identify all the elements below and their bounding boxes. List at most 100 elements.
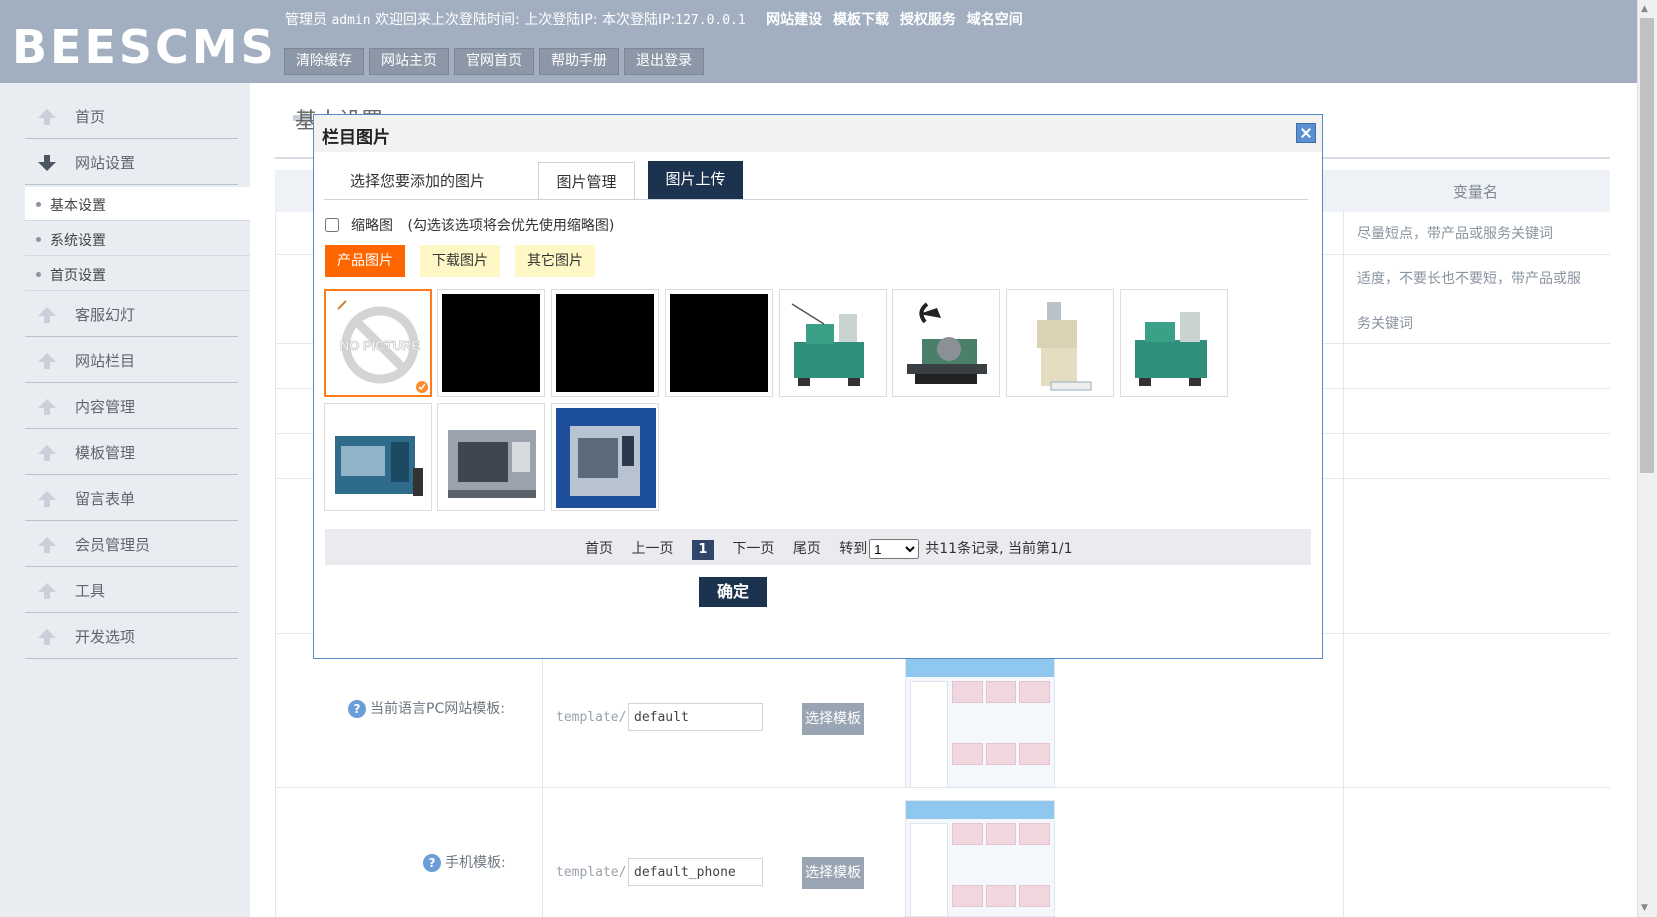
pager-first[interactable]: 首页 bbox=[585, 541, 613, 557]
category-other-images[interactable]: 其它图片 bbox=[515, 245, 595, 277]
sidebar-item-customer-slides[interactable]: 客服幻灯 bbox=[25, 291, 238, 337]
template-prefix: template/ bbox=[556, 865, 627, 880]
pager-goto-select[interactable]: 1 bbox=[869, 539, 920, 559]
arrow-up-icon bbox=[38, 445, 56, 461]
scrollbar-thumb[interactable] bbox=[1640, 18, 1654, 473]
machine-image bbox=[448, 430, 536, 498]
scroll-down-icon[interactable]: ▼ bbox=[1641, 903, 1648, 913]
sidebar-item-label: 开发选项 bbox=[75, 628, 136, 646]
help-icon[interactable]: ? bbox=[423, 854, 441, 872]
pager-prev[interactable]: 上一页 bbox=[631, 541, 673, 557]
confirm-button[interactable]: 确定 bbox=[699, 577, 767, 607]
choose-mobile-template-button[interactable]: 选择模板 bbox=[802, 857, 864, 889]
sidebar-item-content[interactable]: 内容管理 bbox=[25, 383, 238, 429]
tab-image-manage[interactable]: 图片管理 bbox=[538, 162, 635, 200]
sidebar-subitem-system-settings[interactable]: 系统设置 bbox=[25, 222, 250, 256]
image-thumb[interactable] bbox=[551, 289, 659, 397]
current-ip-label: 本次登陆IP: bbox=[601, 12, 676, 28]
sidebar: 首页 网站设置 基本设置 系统设置 首页设置 客服幻灯 网站栏目 内容管理 模板… bbox=[0, 83, 250, 917]
image-thumb[interactable] bbox=[665, 289, 773, 397]
pc-template-preview bbox=[905, 658, 1055, 788]
sidebar-subitem-home-settings[interactable]: 首页设置 bbox=[25, 257, 250, 291]
sidebar-subitem-label: 首页设置 bbox=[50, 268, 106, 284]
sidebar-item-message-forms[interactable]: 留言表单 bbox=[25, 475, 238, 521]
sidebar-subitem-label: 基本设置 bbox=[50, 198, 106, 214]
thumbnail-checkbox[interactable] bbox=[325, 218, 339, 232]
bullet-icon bbox=[36, 237, 41, 242]
username-text: admin bbox=[331, 13, 371, 28]
pager-last[interactable]: 尾页 bbox=[793, 541, 821, 557]
sidebar-item-site-columns[interactable]: 网站栏目 bbox=[25, 337, 238, 383]
sidebar-item-home[interactable]: 首页 bbox=[25, 93, 238, 139]
image-thumb-machine[interactable] bbox=[892, 289, 1000, 397]
pc-template-label: ? 当前语言PC网站模板: bbox=[348, 698, 505, 718]
image-thumb[interactable] bbox=[437, 289, 545, 397]
sidebar-subitem-basic-settings[interactable]: 基本设置 bbox=[25, 187, 250, 221]
help-manual-button[interactable]: 帮助手册 bbox=[539, 48, 619, 75]
thumbnail-hint: (勾选该选项将会优先使用缩略图) bbox=[407, 218, 615, 234]
link-website-build[interactable]: 网站建设 bbox=[766, 12, 822, 28]
sidebar-item-label: 会员管理员 bbox=[75, 536, 151, 554]
category-product-images[interactable]: 产品图片 bbox=[325, 245, 405, 277]
top-button-bar: 清除缓存 网站主页 官网首页 帮助手册 退出登录 bbox=[284, 48, 704, 75]
sidebar-item-developer[interactable]: 开发选项 bbox=[25, 613, 238, 659]
sidebar-item-label: 模板管理 bbox=[75, 444, 136, 462]
sidebar-item-tools[interactable]: 工具 bbox=[25, 567, 238, 613]
bullet-icon bbox=[36, 272, 41, 277]
mobile-template-input[interactable] bbox=[628, 858, 763, 886]
link-template-download[interactable]: 模板下载 bbox=[833, 12, 889, 28]
sidebar-subitem-label: 系统设置 bbox=[50, 233, 106, 249]
hint-keywords: 尽量短点，带产品或服务关键词 bbox=[1357, 226, 1553, 242]
machine-image bbox=[1135, 312, 1207, 386]
arrow-up-icon bbox=[38, 583, 56, 599]
sidebar-item-templates[interactable]: 模板管理 bbox=[25, 429, 238, 475]
sidebar-item-members[interactable]: 会员管理员 bbox=[25, 521, 238, 567]
arrow-up-icon bbox=[38, 629, 56, 645]
image-thumb-cnc[interactable] bbox=[324, 403, 432, 511]
table-border bbox=[275, 212, 276, 917]
image-thumb-no-picture[interactable]: NO PICTURE bbox=[324, 289, 432, 397]
arrow-down-icon bbox=[38, 155, 56, 171]
sidebar-item-label: 网站设置 bbox=[75, 154, 136, 172]
tab-image-upload[interactable]: 图片上传 bbox=[648, 161, 743, 199]
arrow-up-icon bbox=[38, 399, 56, 415]
thumbnail-option: 缩略图 (勾选该选项将会优先使用缩略图) bbox=[325, 215, 614, 235]
sidebar-item-label: 工具 bbox=[75, 582, 106, 600]
arrow-up-icon bbox=[38, 307, 56, 323]
column-image-dialog: 栏目图片 选择您要添加的图片 图片管理 图片上传 缩略图 (勾选该选项将会优先使… bbox=[313, 114, 1323, 659]
machine-image bbox=[907, 302, 987, 384]
scroll-up-icon[interactable]: ▲ bbox=[1641, 4, 1648, 14]
image-black bbox=[556, 294, 654, 392]
pc-template-input[interactable] bbox=[628, 703, 763, 731]
category-download-images[interactable]: 下载图片 bbox=[420, 245, 500, 277]
image-thumb-machine[interactable] bbox=[1006, 289, 1114, 397]
arrow-up-icon bbox=[38, 491, 56, 507]
hint-description-line1: 适度，不要长也不要短，带产品或服 bbox=[1357, 271, 1581, 287]
sidebar-item-label: 客服幻灯 bbox=[75, 306, 136, 324]
pager-next[interactable]: 下一页 bbox=[732, 541, 774, 557]
help-icon[interactable]: ? bbox=[348, 700, 366, 718]
image-black bbox=[670, 294, 768, 392]
image-thumb-cnc[interactable] bbox=[551, 403, 659, 511]
dialog-titlebar[interactable]: 栏目图片 bbox=[314, 115, 1322, 152]
logo: BEESCMS bbox=[12, 20, 277, 74]
svg-text:NO PICTURE: NO PICTURE bbox=[340, 338, 421, 353]
close-icon[interactable] bbox=[1296, 123, 1316, 143]
pager-current-page[interactable]: 1 bbox=[691, 540, 714, 560]
official-home-button[interactable]: 官网首页 bbox=[454, 48, 534, 75]
tabs-divider bbox=[324, 199, 1308, 200]
image-thumb-machine[interactable] bbox=[1120, 289, 1228, 397]
choose-pc-template-button[interactable]: 选择模板 bbox=[802, 703, 864, 735]
logout-button[interactable]: 退出登录 bbox=[624, 48, 704, 75]
image-thumb-machine[interactable] bbox=[779, 289, 887, 397]
image-thumb-cnc[interactable] bbox=[437, 403, 545, 511]
no-picture-icon: NO PICTURE bbox=[337, 300, 428, 393]
sidebar-item-site-settings[interactable]: 网站设置 bbox=[25, 139, 238, 185]
clear-cache-button[interactable]: 清除缓存 bbox=[284, 48, 364, 75]
arrow-up-icon bbox=[38, 537, 56, 553]
link-domain-hosting[interactable]: 域名空间 bbox=[967, 12, 1023, 28]
site-home-button[interactable]: 网站主页 bbox=[369, 48, 449, 75]
machine-image bbox=[1037, 302, 1092, 391]
link-license[interactable]: 授权服务 bbox=[900, 12, 956, 28]
sidebar-item-label: 内容管理 bbox=[75, 398, 136, 416]
